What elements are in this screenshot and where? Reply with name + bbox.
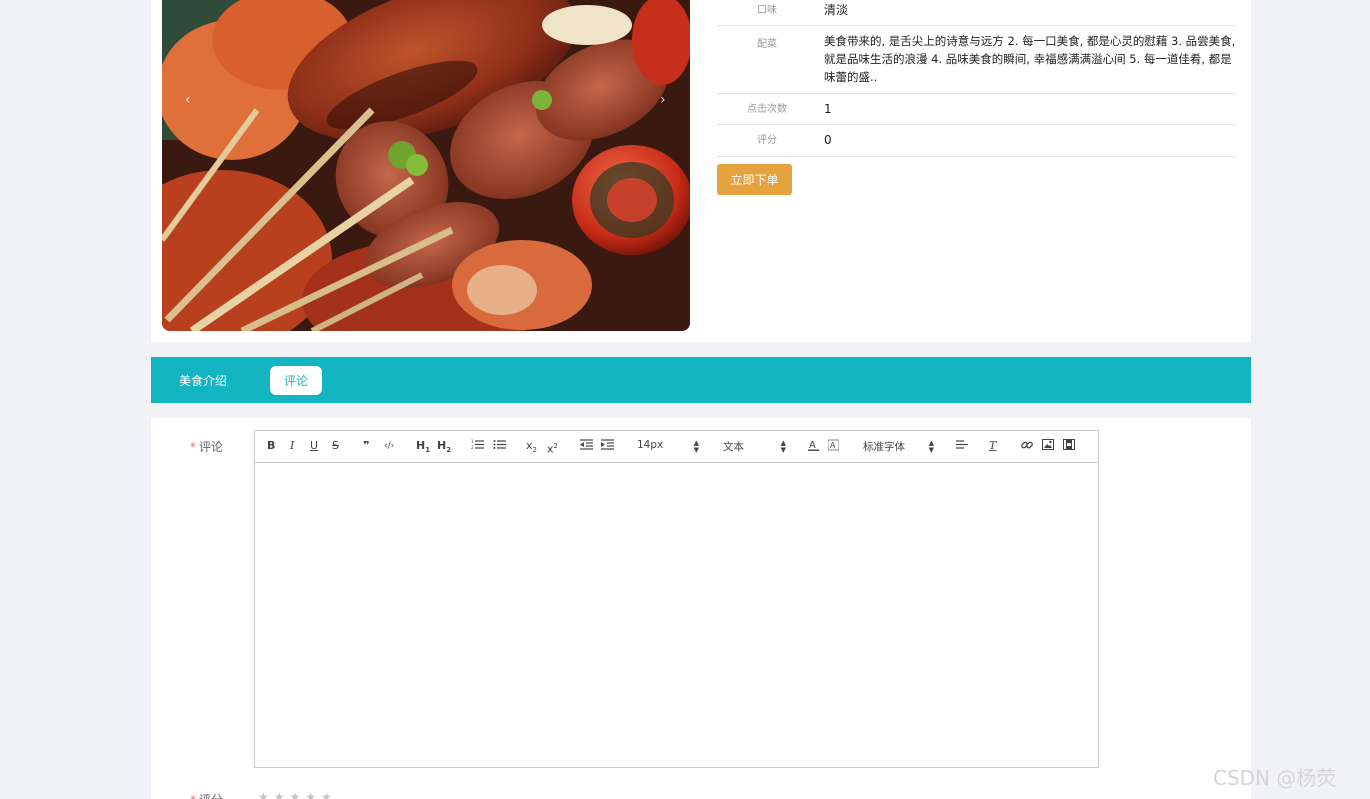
taste-value: 清淡 [824, 3, 849, 17]
tab-food-intro[interactable]: 美食介绍 [171, 366, 235, 395]
svg-text:A: A [830, 441, 836, 450]
font-color-icon[interactable]: A [808, 439, 819, 455]
underline-button[interactable]: U [310, 439, 318, 453]
score-value: 0 [824, 133, 832, 147]
info-row-taste: 口味 清淡 [717, 0, 1236, 26]
tab-bar: 美食介绍 评论 [151, 357, 1251, 403]
strike-button[interactable]: S [332, 439, 339, 453]
outdent-icon[interactable] [580, 439, 593, 454]
header-1-sub: 1 [425, 446, 431, 455]
background-color-icon[interactable]: A [827, 439, 840, 455]
editor-content-area[interactable] [255, 463, 1098, 767]
image-icon[interactable] [1042, 439, 1054, 454]
comment-label: * 评论 [190, 438, 223, 455]
bullet-list-icon[interactable] [493, 439, 506, 454]
header-1-label: H [416, 439, 426, 452]
taste-label: 口味 [757, 5, 777, 16]
info-row-score: 评分 0 [717, 125, 1236, 157]
font-family-value: 标准字体 [863, 441, 905, 453]
info-row-side-dish: 配菜 美食带来的, 是舌尖上的诗意与远方 2. 每一口美食, 都是心灵的慰藉 3… [717, 26, 1236, 94]
text-type-value: 文本 [723, 441, 744, 453]
text-type-select[interactable]: 文本 ▲ ▼ [723, 439, 786, 454]
score-label: 评分 [757, 135, 777, 146]
chevron-up-down-icon: ▲ ▼ [928, 439, 934, 454]
font-size-value: 14px [637, 439, 664, 451]
click-count-value: 1 [824, 102, 832, 116]
header-2-button[interactable]: H2 [437, 439, 451, 457]
code-block-icon[interactable]: ‹/› [384, 439, 394, 453]
required-mark: * [190, 440, 196, 454]
video-icon[interactable] [1063, 439, 1075, 454]
click-count-label: 点击次数 [747, 104, 787, 115]
chevron-up-down-icon: ▲ ▼ [693, 439, 699, 454]
rich-text-editor: B I U S ❞ ‹/› H1 H2 12 x2 x2 14px ▲ ▼ 文本 ▲ ▼… [254, 430, 1099, 768]
svg-text:2: 2 [471, 445, 474, 450]
info-row-click-count: 点击次数 1 [717, 94, 1236, 125]
superscript-button[interactable]: x2 [547, 439, 558, 457]
carousel-prev-icon[interactable]: ‹ [185, 92, 191, 108]
clear-format-icon[interactable]: T [989, 439, 996, 453]
csdn-watermark: CSDN @杨荧 [1213, 766, 1337, 790]
header-2-sub: 2 [446, 446, 452, 455]
font-family-select[interactable]: 标准字体 ▲ ▼ [863, 439, 934, 454]
carousel-next-icon[interactable]: › [660, 92, 666, 108]
subscript-button[interactable]: x2 [526, 439, 537, 457]
rating-label: *评分 [190, 791, 223, 799]
ordered-list-icon[interactable]: 12 [471, 439, 484, 454]
italic-button[interactable]: I [290, 439, 294, 453]
chevron-up-down-icon: ▲ ▼ [780, 439, 786, 454]
subscript-mark: 2 [532, 446, 537, 455]
header-2-label: H [437, 439, 447, 452]
food-image [162, 0, 690, 331]
order-now-button[interactable]: 立即下单 [717, 164, 792, 195]
header-1-button[interactable]: H1 [416, 439, 430, 457]
editor-toolbar: B I U S ❞ ‹/› H1 H2 12 x2 x2 14px ▲ ▼ 文本 ▲ ▼… [255, 431, 1098, 463]
svg-text:1: 1 [471, 439, 474, 444]
food-info-table: 口味 清淡 配菜 美食带来的, 是舌尖上的诗意与远方 2. 每一口美食, 都是心… [717, 0, 1236, 157]
side-dish-label: 配菜 [757, 39, 777, 50]
tab-comment[interactable]: 评论 [270, 366, 322, 395]
bold-button[interactable]: B [267, 439, 275, 453]
indent-icon[interactable] [601, 439, 614, 454]
svg-text:A: A [809, 440, 816, 451]
rating-label-text: 评分 [199, 793, 223, 799]
required-mark: * [190, 793, 196, 799]
font-size-select[interactable]: 14px ▲ ▼ [637, 439, 699, 454]
rating-stars[interactable]: ★★★★★ [258, 790, 337, 799]
link-icon[interactable] [1021, 439, 1033, 455]
superscript-mark: 2 [553, 442, 558, 450]
blockquote-icon[interactable]: ❞ [363, 439, 369, 453]
side-dish-value: 美食带来的, 是舌尖上的诗意与远方 2. 每一口美食, 都是心灵的慰藉 3. 品… [824, 34, 1236, 84]
align-left-icon[interactable] [956, 439, 968, 454]
comment-label-text: 评论 [199, 440, 224, 454]
